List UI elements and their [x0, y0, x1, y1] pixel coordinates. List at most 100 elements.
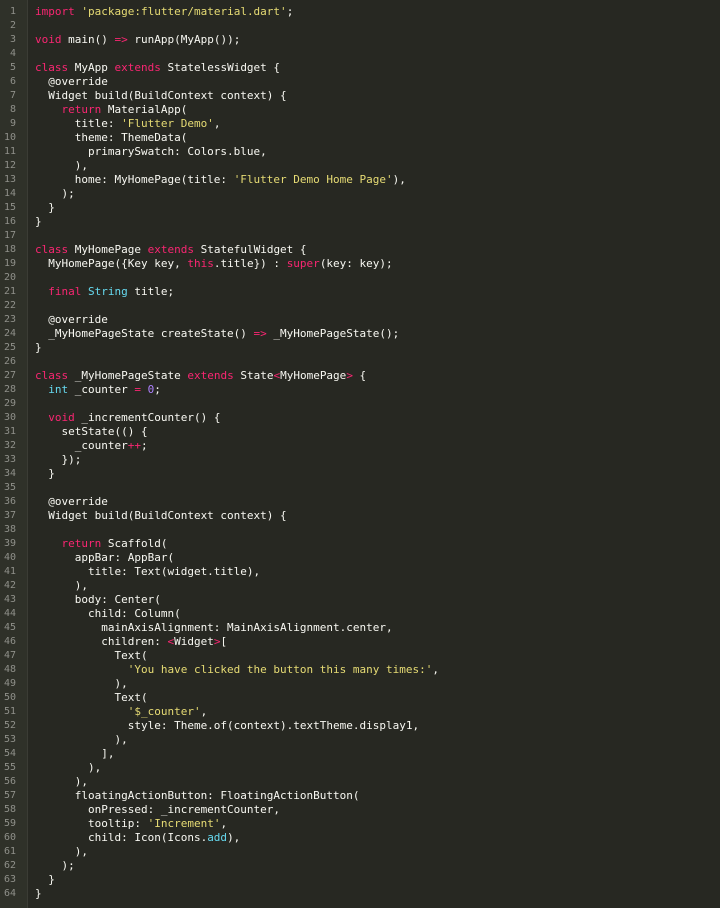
line-number: 36	[3, 496, 16, 507]
code-line[interactable]: 58 onPressed: _incrementCounter,	[0, 803, 720, 817]
code-token: ,	[200, 705, 208, 718]
line-number: 46	[3, 636, 16, 647]
string-token: 'Increment'	[147, 817, 221, 830]
line-number: 44	[3, 608, 16, 619]
code-line[interactable]: 17	[0, 229, 720, 243]
code-line[interactable]: 29	[0, 397, 720, 411]
keyword-token: extends	[147, 243, 194, 256]
code-line[interactable]: 11 primarySwatch: Colors.blue,	[0, 145, 720, 159]
code-line[interactable]: 52 style: Theme.of(context).textTheme.di…	[0, 719, 720, 733]
line-number: 20	[3, 272, 16, 283]
code-token: MyHomePage({Key key,	[35, 257, 188, 270]
code-line[interactable]: 6 @override	[0, 75, 720, 89]
code-token: ),	[392, 173, 406, 186]
code-line[interactable]: 35	[0, 481, 720, 495]
code-line[interactable]: 62 );	[0, 859, 720, 873]
code-line[interactable]: 2	[0, 19, 720, 33]
code-line[interactable]: 42 ),	[0, 579, 720, 593]
line-text: theme: ThemeData(	[35, 131, 188, 145]
code-line[interactable]: 30 void _incrementCounter() {	[0, 411, 720, 425]
code-line[interactable]: 14 );	[0, 187, 720, 201]
line-number: 15	[3, 202, 16, 213]
code-line[interactable]: 39 return Scaffold(	[0, 537, 720, 551]
keyword-token: final	[48, 285, 82, 298]
keyword-token: =>	[253, 327, 267, 340]
code-line[interactable]: 7 Widget build(BuildContext context) {	[0, 89, 720, 103]
code-line[interactable]: 49 ),	[0, 677, 720, 691]
code-line[interactable]: 22	[0, 299, 720, 313]
code-line[interactable]: 1 import 'package:flutter/material.dart';	[0, 5, 720, 19]
code-line[interactable]: 31 setState(() {	[0, 425, 720, 439]
code-editor[interactable]: 1 import 'package:flutter/material.dart';…	[0, 0, 720, 908]
code-line[interactable]: 18 class MyHomePage extends StatefulWidge…	[0, 243, 720, 257]
code-token: ,	[213, 117, 221, 130]
code-token: }	[35, 341, 42, 354]
line-text: Text(	[35, 649, 147, 663]
code-line[interactable]: 45 mainAxisAlignment: MainAxisAlignment.…	[0, 621, 720, 635]
code-area[interactable]: 1 import 'package:flutter/material.dart';…	[0, 5, 720, 901]
code-line[interactable]: 40 appBar: AppBar(	[0, 551, 720, 565]
line-text: Widget build(BuildContext context) {	[35, 509, 286, 523]
code-line[interactable]: 25}	[0, 341, 720, 355]
code-token: ,	[432, 663, 439, 676]
code-line[interactable]: 48 'You have clicked the button this man…	[0, 663, 720, 677]
code-line[interactable]: 24 _MyHomePageState createState() => _My…	[0, 327, 720, 341]
code-line[interactable]: 64}	[0, 887, 720, 901]
code-line[interactable]: 43 body: Center(	[0, 593, 720, 607]
code-line[interactable]: 21 final String title;	[0, 285, 720, 299]
code-line[interactable]: 60 child: Icon(Icons.add),	[0, 831, 720, 845]
code-line[interactable]: 59 tooltip: 'Increment',	[0, 817, 720, 831]
code-line[interactable]: 4	[0, 47, 720, 61]
code-line[interactable]: 3 void main() => runApp(MyApp());	[0, 33, 720, 47]
code-line[interactable]: 13 home: MyHomePage(title: 'Flutter Demo…	[0, 173, 720, 187]
line-number: 16	[3, 216, 16, 227]
line-text: }	[35, 467, 55, 481]
code-token: runApp(MyApp());	[127, 33, 241, 46]
code-line[interactable]: 37 Widget build(BuildContext context) {	[0, 509, 720, 523]
code-line[interactable]: 56 ),	[0, 775, 720, 789]
code-line[interactable]: 12 ),	[0, 159, 720, 173]
code-line[interactable]: 9 title: 'Flutter Demo',	[0, 117, 720, 131]
code-line[interactable]: 46 children: <Widget>[	[0, 635, 720, 649]
code-line[interactable]: 19 MyHomePage({Key key, this.title}) : s…	[0, 257, 720, 271]
code-line[interactable]: 61 ),	[0, 845, 720, 859]
code-line[interactable]: 32 _counter++;	[0, 439, 720, 453]
code-line[interactable]: 41 title: Text(widget.title),	[0, 565, 720, 579]
code-line[interactable]: 63 }	[0, 873, 720, 887]
line-text: void main() => runApp(MyApp());	[35, 33, 240, 47]
code-line[interactable]: 15 }	[0, 201, 720, 215]
code-line[interactable]: 27 class _MyHomePageState extends State<M…	[0, 369, 720, 383]
line-text: title: 'Flutter Demo',	[35, 117, 221, 131]
code-line[interactable]: 50 Text(	[0, 691, 720, 705]
code-line[interactable]: 26	[0, 355, 720, 369]
code-line[interactable]: 36 @override	[0, 495, 720, 509]
code-token: @override	[35, 75, 108, 88]
code-token: floatingActionButton: FloatingActionButt…	[35, 789, 360, 802]
code-line[interactable]: 55 ),	[0, 761, 720, 775]
keyword-token: void	[35, 33, 62, 46]
line-number: 30	[3, 412, 16, 423]
code-line[interactable]: 20	[0, 271, 720, 285]
code-line[interactable]: 34 }	[0, 467, 720, 481]
code-line[interactable]: 5 class MyApp extends StatelessWidget {	[0, 61, 720, 75]
code-line[interactable]: 23 @override	[0, 313, 720, 327]
line-text: primarySwatch: Colors.blue,	[35, 145, 267, 159]
code-line[interactable]: 16}	[0, 215, 720, 229]
code-line[interactable]: 53 ),	[0, 733, 720, 747]
code-line[interactable]: 44 child: Column(	[0, 607, 720, 621]
code-line[interactable]: 8 return MaterialApp(	[0, 103, 720, 117]
line-text: });	[35, 453, 81, 467]
code-line[interactable]: 47 Text(	[0, 649, 720, 663]
line-number: 27	[3, 370, 16, 381]
code-line[interactable]: 51 '$_counter',	[0, 705, 720, 719]
code-line[interactable]: 28 int _counter = 0;	[0, 383, 720, 397]
line-number: 58	[3, 804, 16, 815]
code-line[interactable]: 33 });	[0, 453, 720, 467]
code-line[interactable]: 54 ],	[0, 747, 720, 761]
code-line[interactable]: 10 theme: ThemeData(	[0, 131, 720, 145]
code-line[interactable]: 38	[0, 523, 720, 537]
code-token: }	[35, 215, 42, 228]
code-line[interactable]: 57 floatingActionButton: FloatingActionB…	[0, 789, 720, 803]
